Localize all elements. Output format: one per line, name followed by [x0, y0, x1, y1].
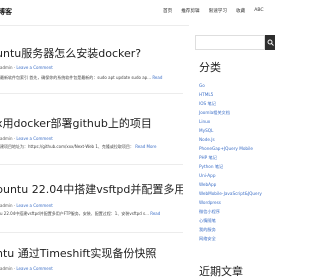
category-link[interactable]: Node.Js: [199, 135, 269, 144]
leave-comment-link[interactable]: Leave a Comment: [16, 65, 53, 70]
excerpt-text: u 22.04中搭建vsftpd并配置多用户FTP服务，安装、配置过程：1、安装…: [0, 211, 149, 216]
post-excerpt: 建项目地址为：https://github.com/xxx/Next-Web 1…: [0, 144, 156, 150]
categories-heading: 分类: [199, 61, 221, 74]
post-divider: [0, 232, 183, 233]
nav-item-home[interactable]: 首页: [163, 8, 172, 14]
main-nav: 首页 推荐剪辑 限速学习 收藏 ABC: [163, 8, 264, 14]
leave-comment-link[interactable]: Leave a Comment: [16, 136, 53, 141]
read-more-link[interactable]: Read More: [135, 144, 156, 149]
post-divider: [0, 164, 183, 165]
post-author[interactable]: admin: [0, 203, 13, 208]
category-link[interactable]: 心情随笔: [199, 216, 269, 225]
post-title[interactable]: x用docker部署github上的项目: [0, 118, 152, 130]
post-author[interactable]: admin: [0, 65, 13, 70]
category-link[interactable]: PHP 笔记: [199, 153, 269, 162]
post-title[interactable]: untu服务器怎么安装docker?: [0, 48, 141, 60]
category-link[interactable]: Go: [199, 81, 269, 90]
post-meta: admin · Leave a Comment: [0, 136, 53, 141]
nav-item-recommend[interactable]: 推荐剪辑: [181, 8, 199, 14]
category-link[interactable]: 微信小程序: [199, 207, 269, 216]
search-button[interactable]: [265, 35, 275, 50]
search-icon: [267, 39, 274, 46]
search-input[interactable]: [195, 35, 265, 50]
excerpt-text: 建项目地址为：https://github.com/xxx/Next-Web 1…: [0, 144, 134, 149]
post-author[interactable]: admin: [0, 136, 13, 141]
post-meta: admin · Leave a Comment: [0, 65, 53, 70]
category-link[interactable]: 网络安全: [199, 234, 269, 243]
post-meta: admin · Leave a Comment: [0, 266, 53, 271]
category-link[interactable]: 我的服务: [199, 225, 269, 234]
category-link[interactable]: PhoneGap+JQuery Mobile: [199, 144, 269, 153]
top-navigation-bar: 博客 首页 推荐剪辑 限速学习 收藏 ABC: [0, 0, 273, 26]
sidebar: 分类 Go HTML5 IOS 笔记 Joomla相关文档 Linux MySQ…: [189, 25, 275, 278]
excerpt-text: 最新软件包索引 首先，确保你的系统软件包是最新的：sudo apt update…: [0, 75, 152, 80]
category-link[interactable]: IOS 笔记: [199, 99, 269, 108]
post-meta: admin · Leave a Comment: [0, 203, 53, 208]
category-link[interactable]: MySQL: [199, 126, 269, 135]
category-link[interactable]: Joomla相关文档: [199, 108, 269, 117]
post-author[interactable]: admin: [0, 266, 13, 271]
post-excerpt: 最新软件包索引 首先，确保你的系统软件包是最新的：sudo apt update…: [0, 75, 162, 81]
nav-item-learning[interactable]: 限速学习: [209, 8, 227, 14]
site-logo[interactable]: 博客: [0, 7, 12, 17]
post-divider: [0, 93, 183, 94]
nav-item-favorites[interactable]: 收藏: [236, 8, 245, 14]
nav-item-abc[interactable]: ABC: [254, 8, 263, 14]
post-list: untu服务器怎么安装docker? admin · Leave a Comme…: [0, 25, 183, 274]
leave-comment-link[interactable]: Leave a Comment: [16, 266, 53, 271]
leave-comment-link[interactable]: Leave a Comment: [16, 203, 53, 208]
post-excerpt: u 22.04中搭建vsftpd并配置多用户FTP服务，安装、配置过程：1、安装…: [0, 211, 160, 217]
post-title[interactable]: ntu 通过Timeshift实现备份快照: [0, 248, 156, 260]
read-more-link[interactable]: Read: [150, 211, 160, 216]
category-link[interactable]: HTML5: [199, 90, 269, 99]
recent-posts-heading: 近期文章: [199, 265, 243, 278]
category-link[interactable]: Linux: [199, 117, 269, 126]
category-link[interactable]: WebApp: [199, 180, 269, 189]
category-link[interactable]: Uni-App: [199, 171, 269, 180]
category-link[interactable]: Wordpress: [199, 198, 269, 207]
category-link[interactable]: WebMobile-JavaScript&JQuery: [199, 189, 269, 198]
post-title[interactable]: buntu 22.04中搭建vsftpd并配置多用户: [0, 184, 183, 196]
category-link[interactable]: Python 笔记: [199, 162, 269, 171]
read-more-link[interactable]: Read: [152, 75, 162, 80]
category-list: Go HTML5 IOS 笔记 Joomla相关文档 Linux MySQL N…: [199, 81, 269, 243]
